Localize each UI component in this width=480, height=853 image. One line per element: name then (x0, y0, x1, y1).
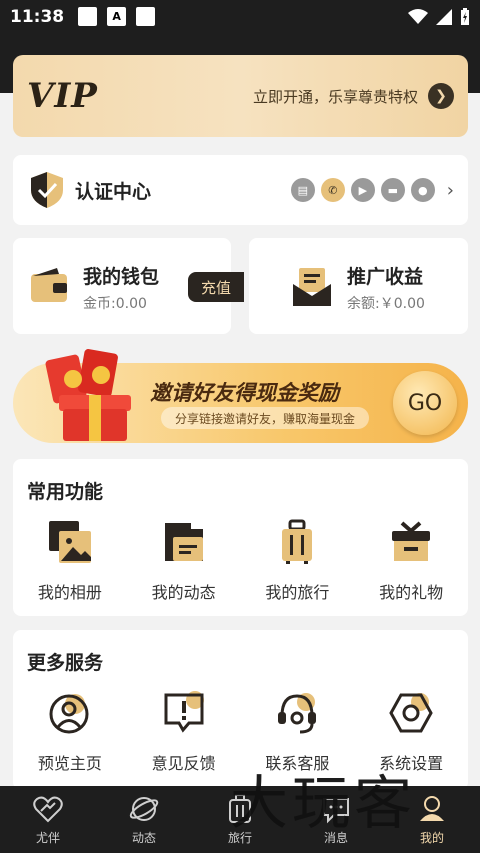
settings-icon (389, 693, 433, 733)
wallet-card[interactable]: 我的钱包 金币:0.00 充值 (13, 238, 244, 334)
red-envelope-gift-icon (45, 349, 131, 441)
qq-icon: ● (410, 178, 435, 202)
planet-icon (129, 797, 159, 821)
profile-icon (49, 694, 89, 734)
car-icon: ▬ (380, 178, 405, 202)
preview-homepage-item[interactable]: 预览主页 (13, 690, 127, 774)
gift-icon (392, 521, 431, 561)
wallet-icon (31, 268, 67, 302)
invite-subtitle: 分享链接邀请好友，赚取海量现金 (161, 407, 370, 429)
common-functions-section: 常用功能 我的相册 我的动态 我的旅行 我的礼物 (13, 459, 468, 616)
tab-feed[interactable]: 动态 (96, 786, 192, 853)
travel-label: 我的旅行 (265, 583, 330, 602)
feedback-item[interactable]: 意见反馈 (127, 690, 241, 774)
id-card-icon: ▤ (290, 178, 315, 202)
wallet-title: 我的钱包 (83, 266, 160, 288)
tab-youban-label: 尤伴 (35, 831, 60, 845)
vip-logo: VIP (27, 76, 98, 116)
go-button[interactable]: GO (393, 371, 457, 435)
travel-item[interactable]: 我的旅行 (241, 519, 355, 603)
certification-title: 认证中心 (75, 180, 152, 203)
certification-center[interactable]: 认证中心 ▤ ✆ ▶ ▬ ● › (13, 155, 468, 225)
promotion-balance: 余额:￥0.00 (347, 296, 425, 312)
me-icon (420, 796, 444, 821)
feedback-label: 意见反馈 (151, 754, 216, 773)
invite-title: 邀请好友得现金奖励 (150, 381, 339, 405)
tab-youban[interactable]: 尤伴 (0, 786, 96, 853)
video-icon: ▶ (350, 178, 375, 202)
tab-me-label: 我的 (419, 831, 444, 845)
vip-banner[interactable]: VIP 立即开通，乐享尊贵特权 ❯ (13, 55, 468, 137)
common-functions-title: 常用功能 (27, 481, 104, 503)
feed-label: 我的动态 (151, 583, 216, 602)
feed-icon (164, 523, 203, 561)
headset-icon (278, 693, 317, 734)
notification-icon-2 (136, 7, 156, 26)
vip-arrow-button[interactable]: ❯ (428, 83, 454, 109)
preview-homepage-label: 预览主页 (37, 754, 102, 773)
album-label: 我的相册 (37, 583, 102, 602)
more-services-title: 更多服务 (27, 652, 104, 674)
album-item[interactable]: 我的相册 (13, 519, 127, 603)
feed-item[interactable]: 我的动态 (127, 519, 241, 603)
battery-icon (461, 7, 469, 25)
gift-label: 我的礼物 (379, 583, 444, 602)
watermark-text: 大玩客 (230, 769, 417, 837)
recharge-button[interactable]: 充值 (188, 272, 244, 302)
chevron-right-icon: › (446, 179, 454, 201)
shield-icon (31, 172, 63, 208)
signal-icon (436, 8, 452, 25)
vip-text: 立即开通，乐享尊贵特权 (252, 87, 418, 106)
phone-icon: ✆ (320, 178, 345, 202)
tab-feed-label: 动态 (131, 831, 156, 845)
invite-banner[interactable]: 邀请好友得现金奖励 分享链接邀请好友，赚取海量现金 GO (13, 349, 468, 443)
gift-item[interactable]: 我的礼物 (354, 519, 468, 603)
promotion-title: 推广收益 (347, 266, 424, 288)
a-notification-icon: A (107, 7, 127, 26)
heart-icon (33, 796, 63, 823)
album-icon (48, 521, 91, 563)
wifi-icon (408, 8, 428, 24)
luggage-icon (282, 519, 313, 564)
wallet-balance: 金币:0.00 (83, 296, 147, 312)
status-bar: 11:38 A (0, 0, 480, 33)
mail-icon (293, 268, 331, 306)
status-time: 11:38 (10, 6, 65, 27)
feedback-icon (164, 691, 204, 733)
promotion-card[interactable]: 推广收益 余额:￥0.00 (249, 238, 468, 334)
notification-icon (78, 7, 98, 26)
